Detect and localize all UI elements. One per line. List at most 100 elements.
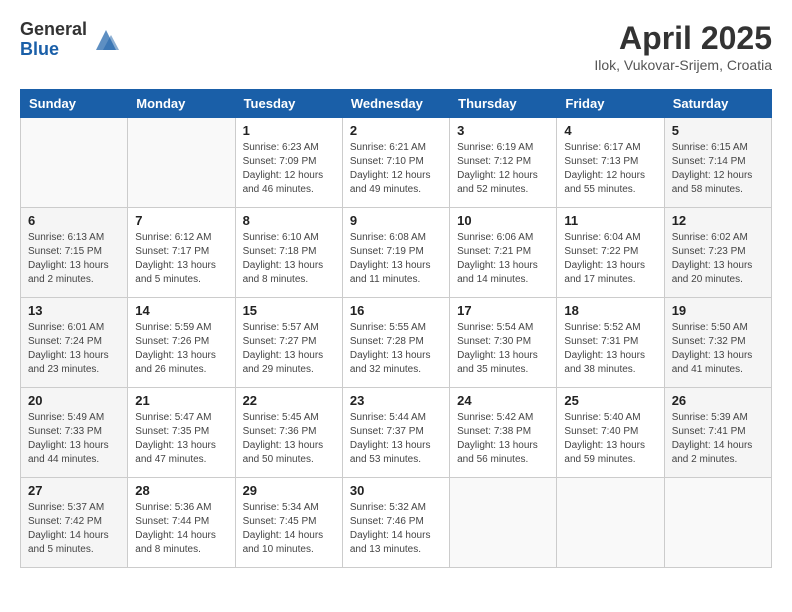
calendar-cell: 25Sunrise: 5:40 AM Sunset: 7:40 PM Dayli… <box>557 388 664 478</box>
calendar-cell: 4 Sunrise: 6:17 AM Sunset: 7:13 PM Daylig… <box>557 118 664 208</box>
day-info: Sunrise: 6:08 AM Sunset: 7:19 PM Dayligh… <box>350 231 442 287</box>
calendar-cell: 28 Sunrise: 5:36 AM Sunset: 7:44 PM Dayli… <box>128 478 235 568</box>
day-info: Sunrise: 5:45 AM Sunset: 7:36 PM Dayligh… <box>243 411 335 467</box>
calendar-cell: 11 Sunrise: 6:04 AM Sunset: 7:22 PM Dayli… <box>557 208 664 298</box>
day-number: 6 <box>28 213 120 228</box>
day-info: Sunrise: 6:19 AM Sunset: 7:12 PM Dayligh… <box>457 141 549 197</box>
day-info: Sunrise: 5:37 AM Sunset: 7:42 PM Dayligh… <box>28 501 120 557</box>
day-number: 4 <box>564 123 656 138</box>
day-number: 21 <box>135 393 227 408</box>
day-number: 18 <box>564 303 656 318</box>
day-info: Sunrise: 5:55 AM Sunset: 7:28 PM Dayligh… <box>350 321 442 377</box>
day-number: 7 <box>135 213 227 228</box>
day-header-monday: Monday <box>128 90 235 118</box>
calendar-table: SundayMondayTuesdayWednesdayThursdayFrid… <box>20 89 772 568</box>
calendar-cell: 7Sunrise: 6:12 AM Sunset: 7:17 PM Daylig… <box>128 208 235 298</box>
day-number: 13 <box>28 303 120 318</box>
calendar-cell: 24 Sunrise: 5:42 AM Sunset: 7:38 PM Dayli… <box>450 388 557 478</box>
day-info: Sunrise: 6:02 AM Sunset: 7:23 PM Dayligh… <box>672 231 764 287</box>
calendar-cell: 5Sunrise: 6:15 AM Sunset: 7:14 PM Daylig… <box>664 118 771 208</box>
location: Ilok, Vukovar-Srijem, Croatia <box>594 57 772 73</box>
day-info: Sunrise: 6:21 AM Sunset: 7:10 PM Dayligh… <box>350 141 442 197</box>
week-row-2: 6 Sunrise: 6:13 AM Sunset: 7:15 PM Daylig… <box>21 208 772 298</box>
calendar-cell: 13 Sunrise: 6:01 AM Sunset: 7:24 PM Dayli… <box>21 298 128 388</box>
day-info: Sunrise: 6:04 AM Sunset: 7:22 PM Dayligh… <box>564 231 656 287</box>
calendar-cell: 6 Sunrise: 6:13 AM Sunset: 7:15 PM Daylig… <box>21 208 128 298</box>
day-header-thursday: Thursday <box>450 90 557 118</box>
day-number: 19 <box>672 303 764 318</box>
day-number: 14 <box>135 303 227 318</box>
day-number: 12 <box>672 213 764 228</box>
week-row-3: 13 Sunrise: 6:01 AM Sunset: 7:24 PM Dayli… <box>21 298 772 388</box>
calendar-cell: 14 Sunrise: 5:59 AM Sunset: 7:26 PM Dayli… <box>128 298 235 388</box>
calendar-cell: 23Sunrise: 5:44 AM Sunset: 7:37 PM Dayli… <box>342 388 449 478</box>
calendar-cell: 3 Sunrise: 6:19 AM Sunset: 7:12 PM Daylig… <box>450 118 557 208</box>
logo-blue-text: Blue <box>20 40 87 60</box>
week-row-5: 27 Sunrise: 5:37 AM Sunset: 7:42 PM Dayli… <box>21 478 772 568</box>
calendar-cell: 12 Sunrise: 6:02 AM Sunset: 7:23 PM Dayli… <box>664 208 771 298</box>
day-number: 16 <box>350 303 442 318</box>
day-number: 26 <box>672 393 764 408</box>
day-info: Sunrise: 5:59 AM Sunset: 7:26 PM Dayligh… <box>135 321 227 377</box>
calendar-cell: 2 Sunrise: 6:21 AM Sunset: 7:10 PM Daylig… <box>342 118 449 208</box>
day-number: 28 <box>135 483 227 498</box>
day-info: Sunrise: 6:06 AM Sunset: 7:21 PM Dayligh… <box>457 231 549 287</box>
day-number: 27 <box>28 483 120 498</box>
calendar-cell <box>128 118 235 208</box>
day-number: 8 <box>243 213 335 228</box>
day-info: Sunrise: 6:10 AM Sunset: 7:18 PM Dayligh… <box>243 231 335 287</box>
day-info: Sunrise: 5:42 AM Sunset: 7:38 PM Dayligh… <box>457 411 549 467</box>
day-info: Sunrise: 6:17 AM Sunset: 7:13 PM Dayligh… <box>564 141 656 197</box>
calendar-cell: 30Sunrise: 5:32 AM Sunset: 7:46 PM Dayli… <box>342 478 449 568</box>
day-info: Sunrise: 5:44 AM Sunset: 7:37 PM Dayligh… <box>350 411 442 467</box>
day-number: 2 <box>350 123 442 138</box>
week-row-4: 20 Sunrise: 5:49 AM Sunset: 7:33 PM Dayli… <box>21 388 772 478</box>
calendar-cell: 22 Sunrise: 5:45 AM Sunset: 7:36 PM Dayli… <box>235 388 342 478</box>
day-info: Sunrise: 6:15 AM Sunset: 7:14 PM Dayligh… <box>672 141 764 197</box>
day-header-row: SundayMondayTuesdayWednesdayThursdayFrid… <box>21 90 772 118</box>
day-info: Sunrise: 5:47 AM Sunset: 7:35 PM Dayligh… <box>135 411 227 467</box>
day-info: Sunrise: 5:34 AM Sunset: 7:45 PM Dayligh… <box>243 501 335 557</box>
calendar-cell: 29 Sunrise: 5:34 AM Sunset: 7:45 PM Dayli… <box>235 478 342 568</box>
day-header-friday: Friday <box>557 90 664 118</box>
calendar-cell: 27 Sunrise: 5:37 AM Sunset: 7:42 PM Dayli… <box>21 478 128 568</box>
day-number: 20 <box>28 393 120 408</box>
logo-general-text: General <box>20 20 87 40</box>
day-header-wednesday: Wednesday <box>342 90 449 118</box>
day-number: 15 <box>243 303 335 318</box>
calendar-cell <box>450 478 557 568</box>
day-info: Sunrise: 5:52 AM Sunset: 7:31 PM Dayligh… <box>564 321 656 377</box>
calendar-cell: 1Sunrise: 6:23 AM Sunset: 7:09 PM Daylig… <box>235 118 342 208</box>
day-header-saturday: Saturday <box>664 90 771 118</box>
day-info: Sunrise: 6:13 AM Sunset: 7:15 PM Dayligh… <box>28 231 120 287</box>
calendar-cell: 15 Sunrise: 5:57 AM Sunset: 7:27 PM Dayli… <box>235 298 342 388</box>
calendar-cell: 16 Sunrise: 5:55 AM Sunset: 7:28 PM Dayli… <box>342 298 449 388</box>
logo: General Blue <box>20 20 121 60</box>
day-number: 25 <box>564 393 656 408</box>
day-info: Sunrise: 5:32 AM Sunset: 7:46 PM Dayligh… <box>350 501 442 557</box>
day-number: 22 <box>243 393 335 408</box>
day-number: 24 <box>457 393 549 408</box>
day-info: Sunrise: 5:36 AM Sunset: 7:44 PM Dayligh… <box>135 501 227 557</box>
week-row-1: 1Sunrise: 6:23 AM Sunset: 7:09 PM Daylig… <box>21 118 772 208</box>
calendar-cell: 10Sunrise: 6:06 AM Sunset: 7:21 PM Dayli… <box>450 208 557 298</box>
calendar-cell: 19Sunrise: 5:50 AM Sunset: 7:32 PM Dayli… <box>664 298 771 388</box>
calendar-cell: 26Sunrise: 5:39 AM Sunset: 7:41 PM Dayli… <box>664 388 771 478</box>
day-number: 29 <box>243 483 335 498</box>
title-block: April 2025 Ilok, Vukovar-Srijem, Croatia <box>594 20 772 73</box>
calendar-cell: 21 Sunrise: 5:47 AM Sunset: 7:35 PM Dayli… <box>128 388 235 478</box>
day-info: Sunrise: 5:54 AM Sunset: 7:30 PM Dayligh… <box>457 321 549 377</box>
day-number: 9 <box>350 213 442 228</box>
calendar-cell <box>557 478 664 568</box>
month-title: April 2025 <box>594 20 772 57</box>
day-info: Sunrise: 5:57 AM Sunset: 7:27 PM Dayligh… <box>243 321 335 377</box>
day-info: Sunrise: 5:49 AM Sunset: 7:33 PM Dayligh… <box>28 411 120 467</box>
day-header-tuesday: Tuesday <box>235 90 342 118</box>
day-number: 17 <box>457 303 549 318</box>
calendar-cell: 17 Sunrise: 5:54 AM Sunset: 7:30 PM Dayli… <box>450 298 557 388</box>
calendar-cell <box>21 118 128 208</box>
day-info: Sunrise: 6:23 AM Sunset: 7:09 PM Dayligh… <box>243 141 335 197</box>
day-info: Sunrise: 6:01 AM Sunset: 7:24 PM Dayligh… <box>28 321 120 377</box>
day-number: 11 <box>564 213 656 228</box>
day-number: 3 <box>457 123 549 138</box>
